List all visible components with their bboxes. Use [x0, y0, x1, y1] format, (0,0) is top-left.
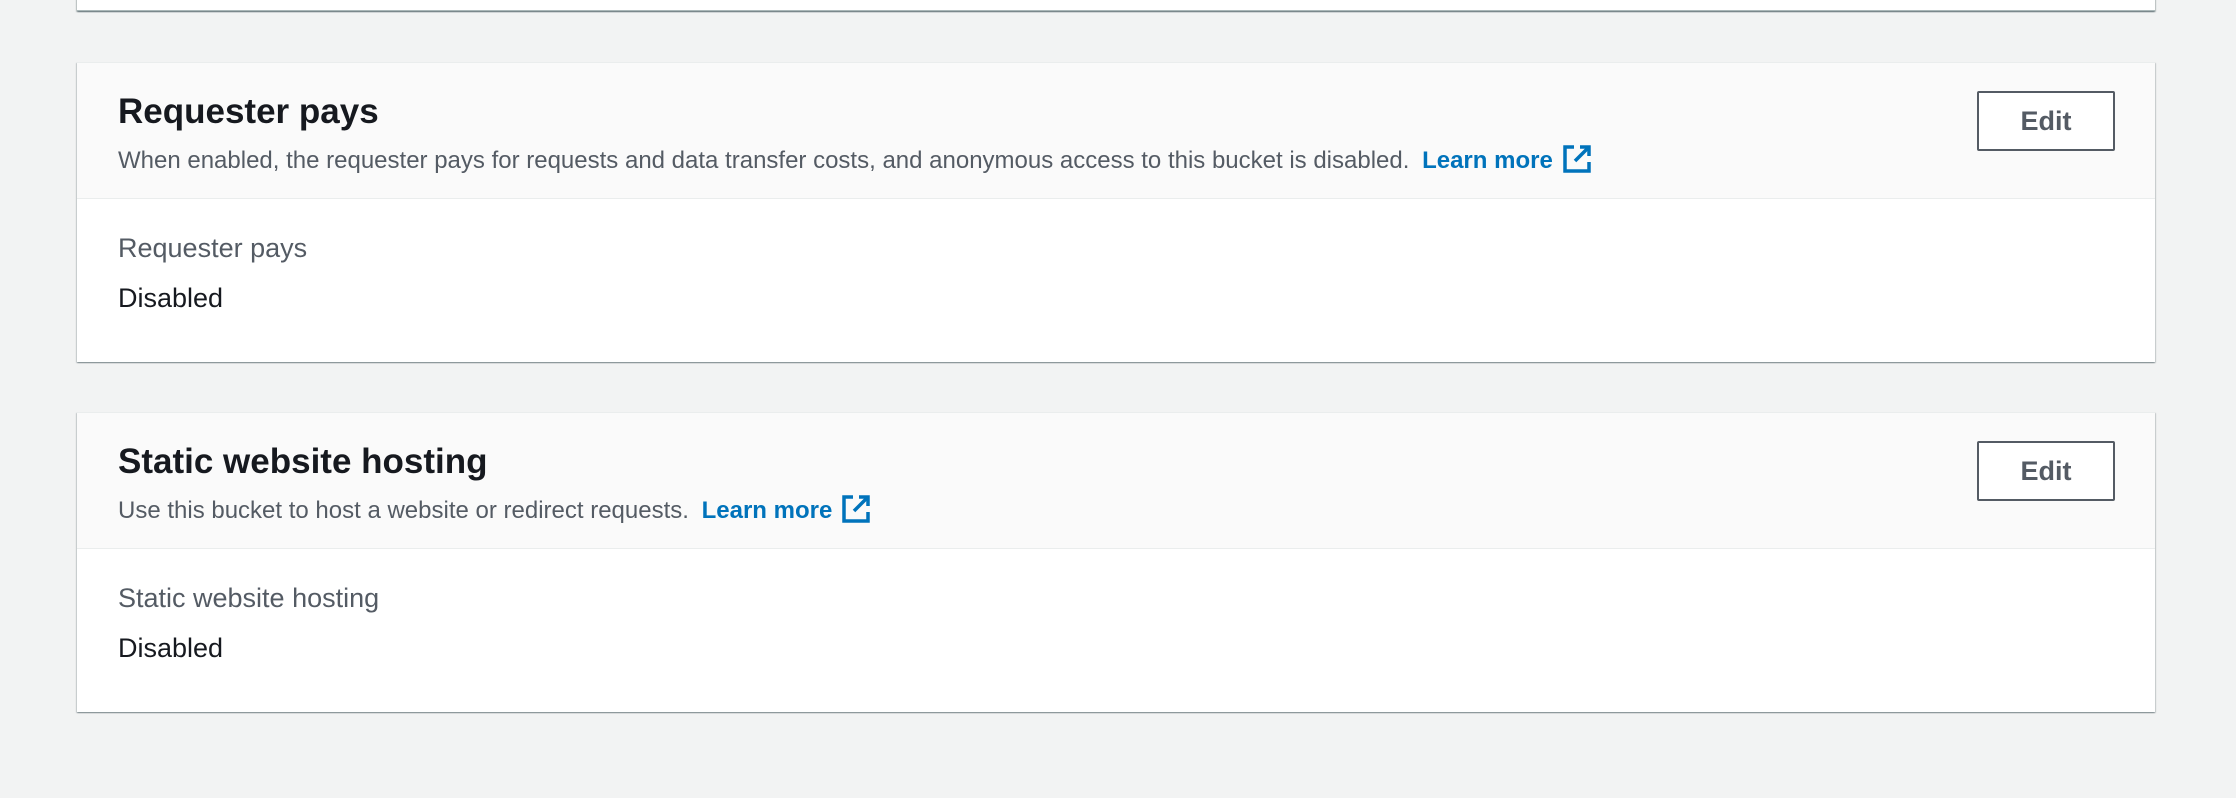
static-website-hosting-description: Use this bucket to host a website or red…: [118, 493, 872, 526]
requester-pays-status-value: Disabled: [118, 283, 224, 313]
static-website-hosting-status-value: Disabled: [118, 633, 224, 663]
requester-pays-description: When enabled, the requester pays for req…: [118, 143, 1593, 176]
static-website-hosting-learn-more-label: Learn more: [701, 497, 833, 524]
static-website-hosting-field-label: Static website hosting: [118, 583, 380, 613]
static-website-hosting-learn-more-link[interactable]: Learn more: [701, 495, 873, 524]
requester-pays-description-text: When enabled, the requester pays for req…: [118, 147, 1410, 174]
static-website-hosting-description-text: Use this bucket to host a website or red…: [118, 497, 689, 524]
requester-pays-header: Requester pays When enabled, the request…: [77, 63, 2155, 199]
requester-pays-learn-more-label: Learn more: [1422, 147, 1553, 174]
requester-pays-field-label: Requester pays: [118, 233, 308, 263]
static-website-hosting-body: Static website hosting Disabled: [77, 549, 2155, 712]
requester-pays-learn-more-link[interactable]: Learn more: [1422, 145, 1593, 174]
requester-pays-edit-button[interactable]: Edit: [1977, 91, 2115, 151]
requester-pays-panel: Requester pays When enabled, the request…: [77, 62, 2155, 362]
static-website-hosting-edit-button[interactable]: Edit: [1977, 441, 2115, 501]
static-website-hosting-title: Static website hosting: [118, 442, 488, 481]
static-website-hosting-panel: Static website hosting Use this bucket t…: [77, 412, 2155, 712]
external-link-icon: [1563, 145, 1591, 173]
external-link-icon: [842, 495, 871, 523]
requester-pays-title: Requester pays: [118, 92, 379, 131]
static-website-hosting-header: Static website hosting Use this bucket t…: [77, 413, 2155, 549]
previous-panel-bottom: [77, 0, 2155, 11]
requester-pays-body: Requester pays Disabled: [77, 199, 2155, 362]
